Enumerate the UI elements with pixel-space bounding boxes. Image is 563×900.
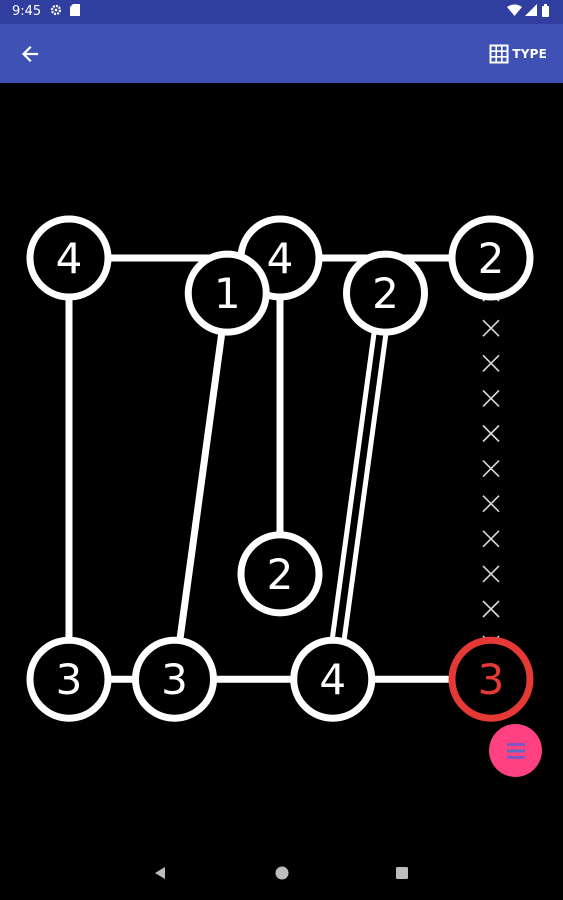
island-value: 3 — [478, 655, 505, 704]
type-button[interactable]: TYPE — [489, 41, 547, 67]
sd-card-icon — [70, 4, 80, 19]
blocked-mark-icon — [482, 495, 500, 513]
island-d[interactable]: 1 — [184, 250, 270, 336]
island-value: 2 — [372, 269, 399, 318]
status-bar: 9:45 — [0, 0, 563, 24]
type-label: TYPE — [512, 47, 547, 61]
island-j[interactable]: 3 — [448, 636, 534, 722]
island-c[interactable]: 2 — [448, 215, 534, 301]
blocked-mark-icon — [482, 565, 500, 583]
island-value: 2 — [478, 234, 505, 283]
gear-icon — [50, 4, 62, 19]
status-time: 9:45 — [12, 4, 42, 19]
island-value: 3 — [56, 655, 83, 704]
back-triangle-icon — [155, 867, 165, 879]
blocked-mark-icon — [482, 319, 500, 337]
island-e[interactable]: 2 — [343, 250, 428, 336]
island-value: 4 — [267, 234, 294, 283]
blocked-mark-icon — [482, 600, 500, 618]
island-value: 4 — [319, 655, 346, 704]
bridge-d-h[interactable] — [171, 292, 231, 680]
arrow-left-icon — [21, 45, 39, 63]
island-value: 3 — [161, 655, 188, 704]
bridge-e-i-2[interactable] — [336, 292, 394, 680]
nav-bar — [0, 843, 563, 900]
nav-recents-button[interactable] — [387, 858, 417, 888]
island-f[interactable]: 2 — [237, 531, 323, 617]
blocked-mark-icon — [482, 389, 500, 407]
battery-icon — [542, 4, 549, 20]
nav-home-button[interactable] — [267, 858, 297, 888]
island-value: 4 — [56, 234, 83, 283]
blocked-mark-icon — [482, 424, 500, 443]
island-value: 1 — [214, 269, 241, 318]
island-a[interactable]: 4 — [26, 215, 112, 301]
blocked-mark-icon — [482, 354, 500, 372]
home-circle-icon — [275, 866, 289, 880]
puzzle-board[interactable]: 4 4 2 1 2 2 3 3 4 3 — [0, 83, 563, 843]
menu-stack-icon — [506, 742, 525, 759]
signal-icon — [525, 4, 537, 19]
menu-fab[interactable] — [489, 724, 542, 777]
bridge-e-i-1[interactable] — [324, 292, 382, 680]
back-button[interactable] — [12, 36, 48, 72]
recents-square-icon — [396, 867, 408, 879]
island-h[interactable]: 3 — [132, 636, 217, 722]
nav-back-button[interactable] — [145, 858, 175, 888]
wifi-icon — [507, 4, 522, 19]
island-i[interactable]: 4 — [290, 636, 376, 722]
island-value: 2 — [267, 550, 294, 599]
app-bar: TYPE — [0, 24, 563, 83]
island-g[interactable]: 3 — [26, 636, 112, 722]
blocked-mark-icon — [482, 530, 500, 548]
blocked-mark-icon — [482, 460, 500, 478]
grid-icon — [489, 44, 509, 64]
